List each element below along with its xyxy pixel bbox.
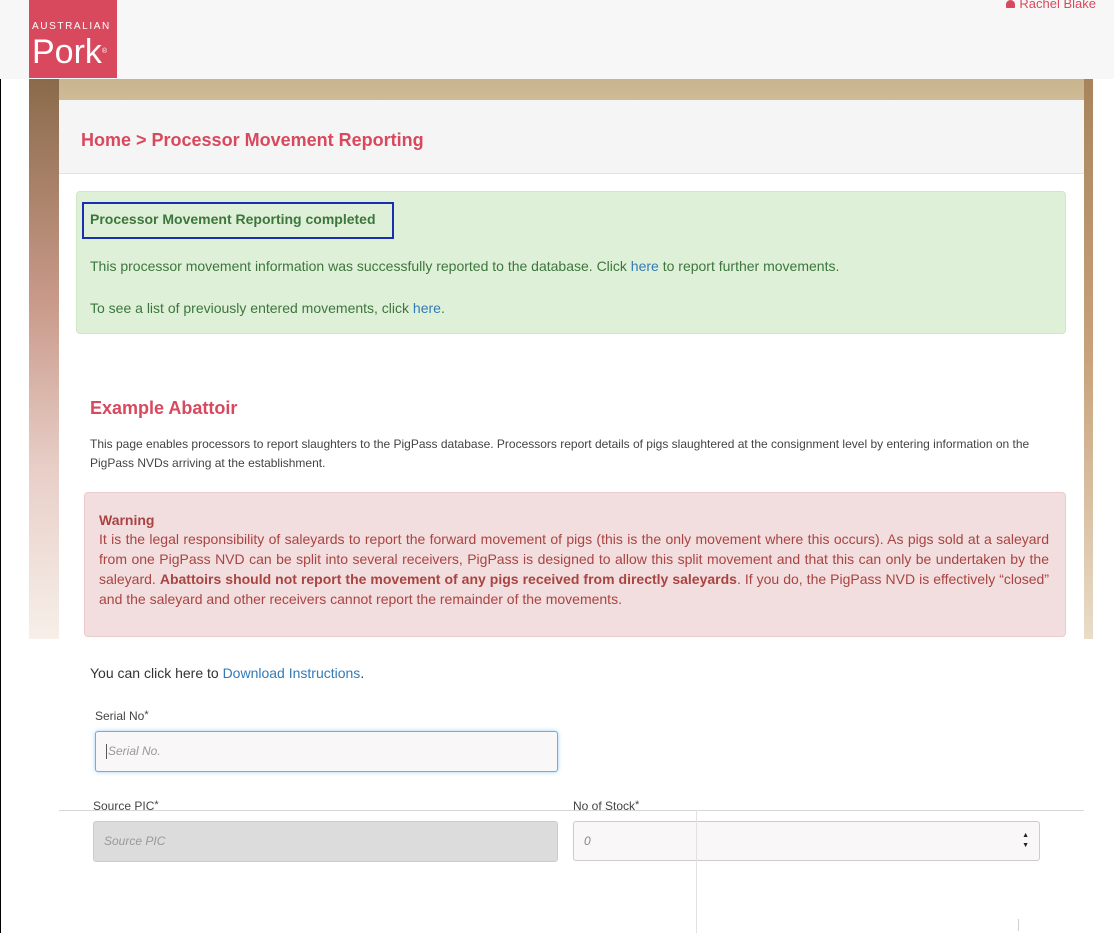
download-suffix: . xyxy=(360,665,365,681)
source-pic-placeholder: Source PIC xyxy=(104,834,166,848)
no-of-stock-input[interactable]: 0 ▲ ▼ xyxy=(573,821,1040,861)
required-marker: * xyxy=(144,709,149,721)
background-photo-left xyxy=(29,79,59,639)
success-message: This processor movement information was … xyxy=(90,258,839,274)
download-instructions-line: You can click here to Download Instructi… xyxy=(90,665,364,681)
panel-header: Home > Processor Movement Reporting xyxy=(59,100,1084,174)
success-message-end: to report further movements. xyxy=(658,258,840,274)
warning-title: Warning xyxy=(99,512,155,528)
previous-movements-text: To see a list of previously entered move… xyxy=(90,300,413,316)
main-panel: Home > Processor Movement Reporting Proc… xyxy=(59,100,1084,862)
no-of-stock-value: 0 xyxy=(584,834,591,848)
top-bar: AUSTRALIAN Pork® Rachel Blake xyxy=(0,0,1114,79)
footer-mark xyxy=(1018,919,1019,931)
previous-movements-end: . xyxy=(440,300,445,316)
page-description: This page enables processors to report s… xyxy=(90,437,1030,470)
logo-registered: ® xyxy=(101,48,108,55)
logo-word: Pork xyxy=(32,33,102,71)
user-name: Rachel Blake xyxy=(1019,0,1096,11)
success-title: Processor Movement Reporting completed xyxy=(90,211,376,227)
serial-no-label-text: Serial No xyxy=(95,709,145,723)
warning-text: It is the legal responsibility of saleya… xyxy=(99,529,1049,609)
download-prefix: You can click here to xyxy=(90,665,223,681)
footer-divider xyxy=(59,810,1084,811)
text-caret xyxy=(106,744,107,760)
success-message-text: This processor movement information was … xyxy=(90,258,631,274)
serial-no-input[interactable]: Serial No. xyxy=(95,731,558,772)
abattoir-title: Example Abattoir xyxy=(90,398,238,418)
logo-line1: AUSTRALIAN xyxy=(32,21,111,32)
australian-pork-logo[interactable]: AUSTRALIAN Pork® xyxy=(29,0,117,78)
breadcrumb[interactable]: Home > Processor Movement Reporting xyxy=(81,130,424,151)
user-icon xyxy=(1006,0,1016,8)
previous-movements-link[interactable]: here xyxy=(413,300,441,316)
serial-no-placeholder: Serial No. xyxy=(108,744,161,758)
serial-no-label: Serial No* xyxy=(95,709,149,723)
previous-movements-message: To see a list of previously entered move… xyxy=(90,300,445,316)
source-pic-input[interactable]: Source PIC xyxy=(93,821,558,862)
logo-line2: Pork® xyxy=(32,32,107,72)
stepper-down-icon[interactable]: ▼ xyxy=(1022,841,1029,851)
success-alert: Processor Movement Reporting completed T… xyxy=(76,191,1066,334)
stock-stepper[interactable]: ▲ ▼ xyxy=(1022,831,1029,851)
warning-alert: Warning It is the legal responsibility o… xyxy=(84,492,1066,637)
warning-text-bold: Abattoirs should not report the movement… xyxy=(159,571,737,587)
report-further-link[interactable]: here xyxy=(631,258,659,274)
user-menu[interactable]: Rachel Blake xyxy=(1006,0,1096,11)
stepper-up-icon[interactable]: ▲ xyxy=(1022,831,1029,841)
download-instructions-link[interactable]: Download Instructions xyxy=(223,665,361,681)
background-photo-right xyxy=(1084,79,1093,639)
footer-column-divider xyxy=(696,810,697,933)
